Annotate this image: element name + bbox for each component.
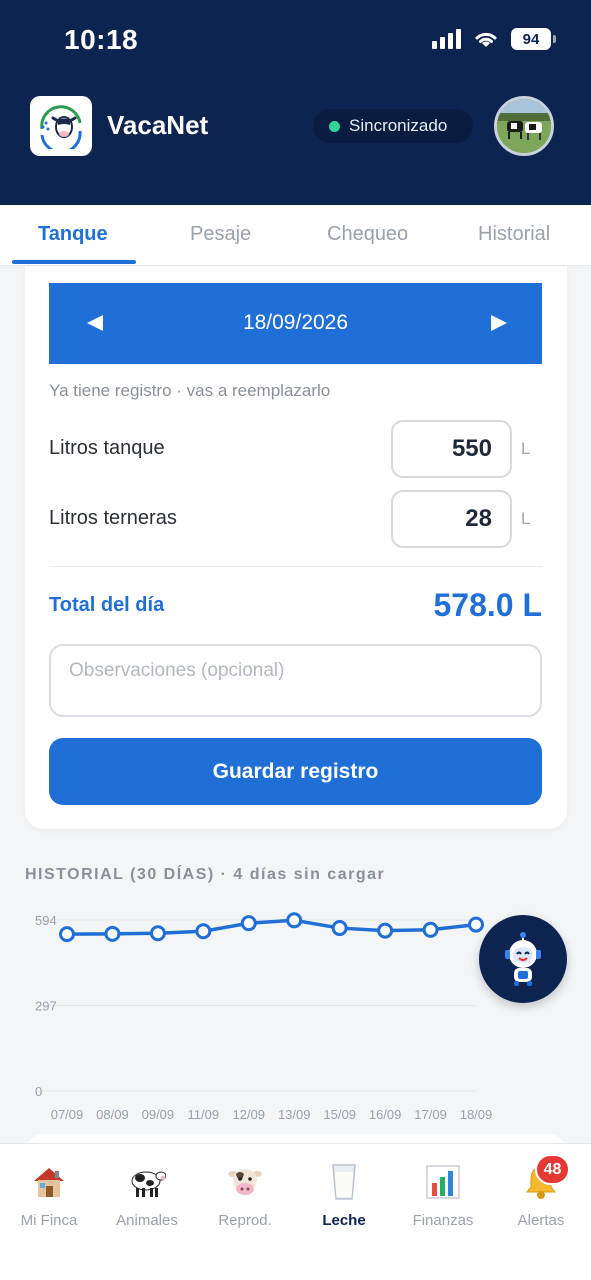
- x-tick-label: 18/09: [460, 1107, 493, 1122]
- x-tick-label: 13/09: [278, 1107, 311, 1122]
- nav-item-leche[interactable]: Leche: [295, 1162, 393, 1229]
- sync-status-badge[interactable]: Sincronizado: [313, 109, 473, 143]
- nav-label-alertas: Alertas: [517, 1212, 565, 1229]
- date-selector: 18/09/2026: [49, 283, 542, 364]
- x-tick-label: 12/09: [233, 1107, 266, 1122]
- cow-face-icon: [196, 1162, 294, 1202]
- data-point: [149, 925, 166, 942]
- nav-item-animales[interactable]: Animales: [98, 1162, 196, 1229]
- nav-label-finanzas: Finanzas: [412, 1212, 474, 1229]
- status-icons: 94: [432, 28, 556, 50]
- nav-item-finanzas[interactable]: Finanzas: [394, 1162, 492, 1229]
- house-icon: [0, 1162, 98, 1202]
- bottom-navigation: Mi Finca Animales Reprod. Leche Finanzas…: [0, 1143, 591, 1280]
- next-date-button[interactable]: [487, 311, 511, 335]
- tab-chequeo[interactable]: Chequeo: [327, 223, 408, 246]
- data-point: [59, 926, 75, 943]
- calves-liters-label: Litros terneras: [49, 507, 177, 529]
- tab-bar: Tanque Pesaje Chequeo Historial: [0, 205, 591, 266]
- sync-status-dot-icon: [329, 120, 340, 132]
- app-logo: [30, 96, 92, 156]
- x-tick-label: 15/09: [323, 1107, 356, 1122]
- y-tick-label: 0: [35, 1084, 42, 1099]
- tank-liters-input[interactable]: 550: [391, 420, 512, 478]
- y-tick-label: 297: [35, 999, 57, 1014]
- replace-record-hint: Ya tiene registro · vas a reemplazarlo: [49, 381, 331, 400]
- app-title: VacaNet: [107, 110, 209, 140]
- nav-label-leche: Leche: [322, 1212, 366, 1229]
- selected-date: 18/09/2026: [242, 311, 349, 334]
- alerts-count-badge: 48: [535, 1154, 570, 1185]
- nav-item-reprod[interactable]: Reprod.: [196, 1162, 294, 1229]
- status-time: 10:18: [64, 24, 139, 55]
- daily-total-label: Total del día: [49, 594, 165, 616]
- data-point: [240, 915, 257, 932]
- cow-icon: [98, 1162, 196, 1202]
- cellular-signal-icon: [432, 29, 461, 49]
- tank-liters-label: Litros tanque: [49, 437, 165, 459]
- milk-screen: 10:18 94 VacaNet Sincronizado Tanque Pes…: [0, 0, 591, 1280]
- x-tick-label: 08/09: [96, 1107, 129, 1122]
- calves-liters-input[interactable]: 28: [391, 490, 512, 548]
- nav-label-mi-finca: Mi Finca: [20, 1212, 78, 1229]
- y-tick-label: 594: [35, 913, 57, 928]
- app-header: 10:18 94 VacaNet Sincronizado: [0, 0, 591, 205]
- milk-glass-icon: [295, 1162, 393, 1202]
- series-line: [66, 918, 477, 936]
- nav-item-mi-finca[interactable]: Mi Finca: [0, 1162, 98, 1229]
- x-tick-label: 17/09: [414, 1107, 447, 1122]
- x-tick-label: 11/09: [188, 1107, 220, 1122]
- tab-historial[interactable]: Historial: [478, 223, 550, 246]
- tab-tanque[interactable]: Tanque: [38, 223, 108, 246]
- data-point: [422, 921, 439, 938]
- divider: [49, 566, 542, 567]
- x-tick-label: 16/09: [369, 1107, 402, 1122]
- daily-total-value: 578.0 L: [433, 587, 542, 623]
- data-point: [331, 920, 348, 937]
- data-point: [104, 925, 121, 942]
- history-title: HISTORIAL (30 DÍAS) · 4 días sin cargar: [25, 866, 386, 883]
- assistant-robot-button[interactable]: [479, 915, 567, 1003]
- nav-label-animales: Animales: [116, 1212, 178, 1229]
- bar-chart-icon: [394, 1162, 492, 1202]
- data-point: [377, 922, 394, 939]
- robot-assistant-icon: [505, 932, 541, 986]
- tank-liters-unit: L: [521, 439, 531, 458]
- triangle-right-icon: [491, 315, 507, 331]
- x-tick-label: 07/09: [51, 1107, 84, 1122]
- data-point: [286, 912, 303, 929]
- data-point: [468, 916, 484, 933]
- sync-status-label: Sincronizado: [349, 116, 448, 135]
- nav-label-reprod: Reprod.: [218, 1212, 272, 1229]
- tab-pesaje[interactable]: Pesaje: [190, 223, 251, 246]
- data-point: [195, 923, 212, 940]
- battery-icon: 94: [511, 28, 556, 50]
- x-tick-label: 09/09: [142, 1107, 175, 1122]
- avatar[interactable]: [494, 96, 554, 156]
- calves-liters-unit: L: [521, 509, 531, 528]
- observations-input[interactable]: Observaciones (opcional): [49, 644, 542, 717]
- active-tab-indicator: [12, 260, 136, 264]
- save-record-button[interactable]: Guardar registro: [49, 738, 542, 805]
- wifi-icon: [475, 32, 497, 47]
